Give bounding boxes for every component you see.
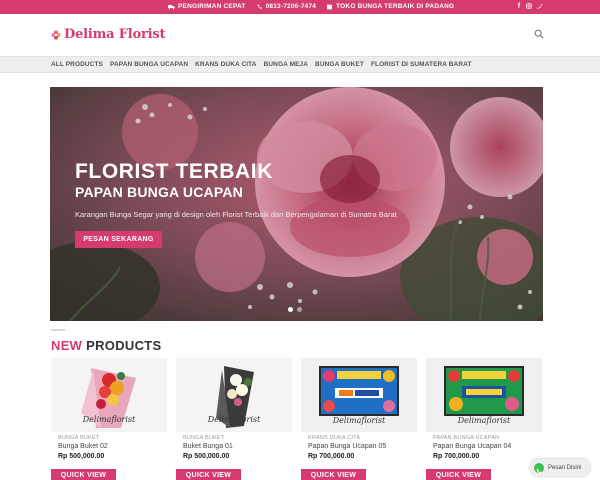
whatsapp-icon	[534, 462, 544, 473]
svg-text:Delimaflorist: Delimaflorist	[332, 416, 386, 425]
svg-text:Delimaflorist: Delimaflorist	[207, 415, 261, 424]
product-price: Rp 700,000.00	[308, 453, 355, 460]
product-name[interactable]: Bunga Buket 02	[58, 443, 108, 450]
phone-text[interactable]: 0813-7206-7474	[266, 3, 317, 10]
quick-view-button[interactable]: QUICK VIEW	[51, 469, 116, 480]
product-price: Rp 500,000.00	[183, 453, 230, 460]
main-nav: ALL PRODUCTS PAPAN BUNGA UCAPAN KRANS DU…	[0, 56, 600, 73]
store-text: TOKO BUNGA TERBAIK DI PADANG	[336, 3, 455, 10]
product-price: Rp 700,000.00	[433, 453, 480, 460]
instagram-icon[interactable]	[526, 3, 532, 10]
store-info: TOKO BUNGA TERBAIK DI PADANG	[326, 3, 454, 10]
hero-slider[interactable]: FLORIST TERBAIK PAPAN BUNGA UCAPAN Karan…	[50, 87, 543, 321]
site-logo[interactable]: Delima Florist	[51, 27, 165, 42]
phone-icon	[257, 4, 262, 9]
product-price: Rp 500,000.00	[58, 453, 105, 460]
product-category: KRANS DUKA CITA	[308, 435, 361, 441]
flower-logo-icon	[51, 30, 61, 39]
order-now-button[interactable]: PESAN SEKARANG	[75, 231, 162, 248]
heading-accent: NEW	[51, 338, 83, 353]
top-bar-info: PENGIRIMAN CEPAT 0813-7206-7474 TOKO BUN…	[168, 3, 454, 10]
product-name[interactable]: Papan Bunga Ucapan 05	[308, 443, 386, 450]
hero-description: Karangan Bunga Segar yang di design oleh…	[75, 210, 397, 219]
slider-dot-1[interactable]	[288, 307, 293, 312]
nav-item-krans-duka-cita[interactable]: KRANS DUKA CITA	[195, 61, 256, 68]
bouquet-red-image: Delimaflorist	[51, 358, 167, 432]
top-bar: PENGIRIMAN CEPAT 0813-7206-7474 TOKO BUN…	[0, 0, 600, 14]
product-card[interactable]: Delimaflorist KRANS DUKA CITA Papan Bung…	[301, 358, 417, 480]
product-card[interactable]: Delimaflorist PAPAN BUNGA UCAPAN Papan B…	[426, 358, 542, 480]
page: PENGIRIMAN CEPAT 0813-7206-7474 TOKO BUN…	[0, 0, 600, 480]
search-icon[interactable]	[534, 29, 544, 39]
nav-item-all-products[interactable]: ALL PRODUCTS	[51, 61, 103, 68]
product-image[interactable]: Delimaflorist	[301, 358, 417, 432]
shipping-info: PENGIRIMAN CEPAT	[168, 3, 246, 10]
truck-icon	[168, 4, 175, 9]
product-image[interactable]: Delimaflorist	[426, 358, 542, 432]
product-name[interactable]: Buket Bunga 01	[183, 443, 233, 450]
product-name[interactable]: Papan Bunga Ucapan 04	[433, 443, 511, 450]
product-category: PAPAN BUNGA UCAPAN	[433, 435, 500, 441]
quick-view-button[interactable]: QUICK VIEW	[176, 469, 241, 480]
hero-title: FLORIST TERBAIK	[75, 160, 273, 183]
whatsapp-chat-button[interactable]: Pesan Disini	[530, 459, 590, 476]
nav-item-papan-bunga-ucapan[interactable]: PAPAN BUNGA UCAPAN	[110, 61, 188, 68]
bouquet-white-image: Delimaflorist	[176, 358, 292, 432]
twitter-icon[interactable]	[536, 3, 543, 10]
hero-flower-image	[50, 87, 543, 321]
facebook-icon[interactable]: f	[516, 3, 522, 10]
site-header: Delima Florist	[0, 14, 600, 56]
product-category: BUNGA BUKET	[58, 435, 100, 441]
nav-item-bunga-buket[interactable]: BUNGA BUKET	[315, 61, 364, 68]
phone-info[interactable]: 0813-7206-7474	[256, 3, 317, 10]
product-card[interactable]: Delimaflorist BUNGA BUKET Buket Bunga 01…	[176, 358, 292, 480]
product-image[interactable]: Delimaflorist	[176, 358, 292, 432]
shipping-text: PENGIRIMAN CEPAT	[178, 3, 246, 10]
whatsapp-label: Pesan Disini	[548, 464, 582, 471]
nav-item-bunga-meja[interactable]: BUNGA MEJA	[264, 61, 308, 68]
product-image[interactable]: Delimaflorist	[51, 358, 167, 432]
product-grid: Delimaflorist BUNGA BUKET Bunga Buket 02…	[51, 358, 542, 480]
nav-item-florist-sumatera-barat[interactable]: FLORIST DI SUMATERA BARAT	[371, 61, 472, 68]
hero-subtitle: PAPAN BUNGA UCAPAN	[75, 184, 243, 200]
section-divider	[51, 329, 65, 331]
store-icon	[326, 4, 333, 9]
flower-board-bni-image: Delimaflorist	[301, 358, 417, 432]
product-category: BUNGA BUKET	[183, 435, 225, 441]
quick-view-button[interactable]: QUICK VIEW	[301, 469, 366, 480]
slider-dot-2[interactable]	[297, 307, 302, 312]
flower-board-dap-image: Delimaflorist	[426, 358, 542, 432]
heading-rest: PRODUCTS	[82, 338, 162, 353]
logo-text: Delima Florist	[64, 27, 166, 42]
slider-dots	[288, 307, 302, 312]
svg-text:Delimaflorist: Delimaflorist	[457, 416, 511, 425]
quick-view-button[interactable]: QUICK VIEW	[426, 469, 491, 480]
svg-text:Delimaflorist: Delimaflorist	[82, 415, 136, 424]
product-card[interactable]: Delimaflorist BUNGA BUKET Bunga Buket 02…	[51, 358, 167, 480]
new-products-heading: NEW PRODUCTS	[51, 338, 162, 353]
social-links: f	[516, 3, 543, 10]
